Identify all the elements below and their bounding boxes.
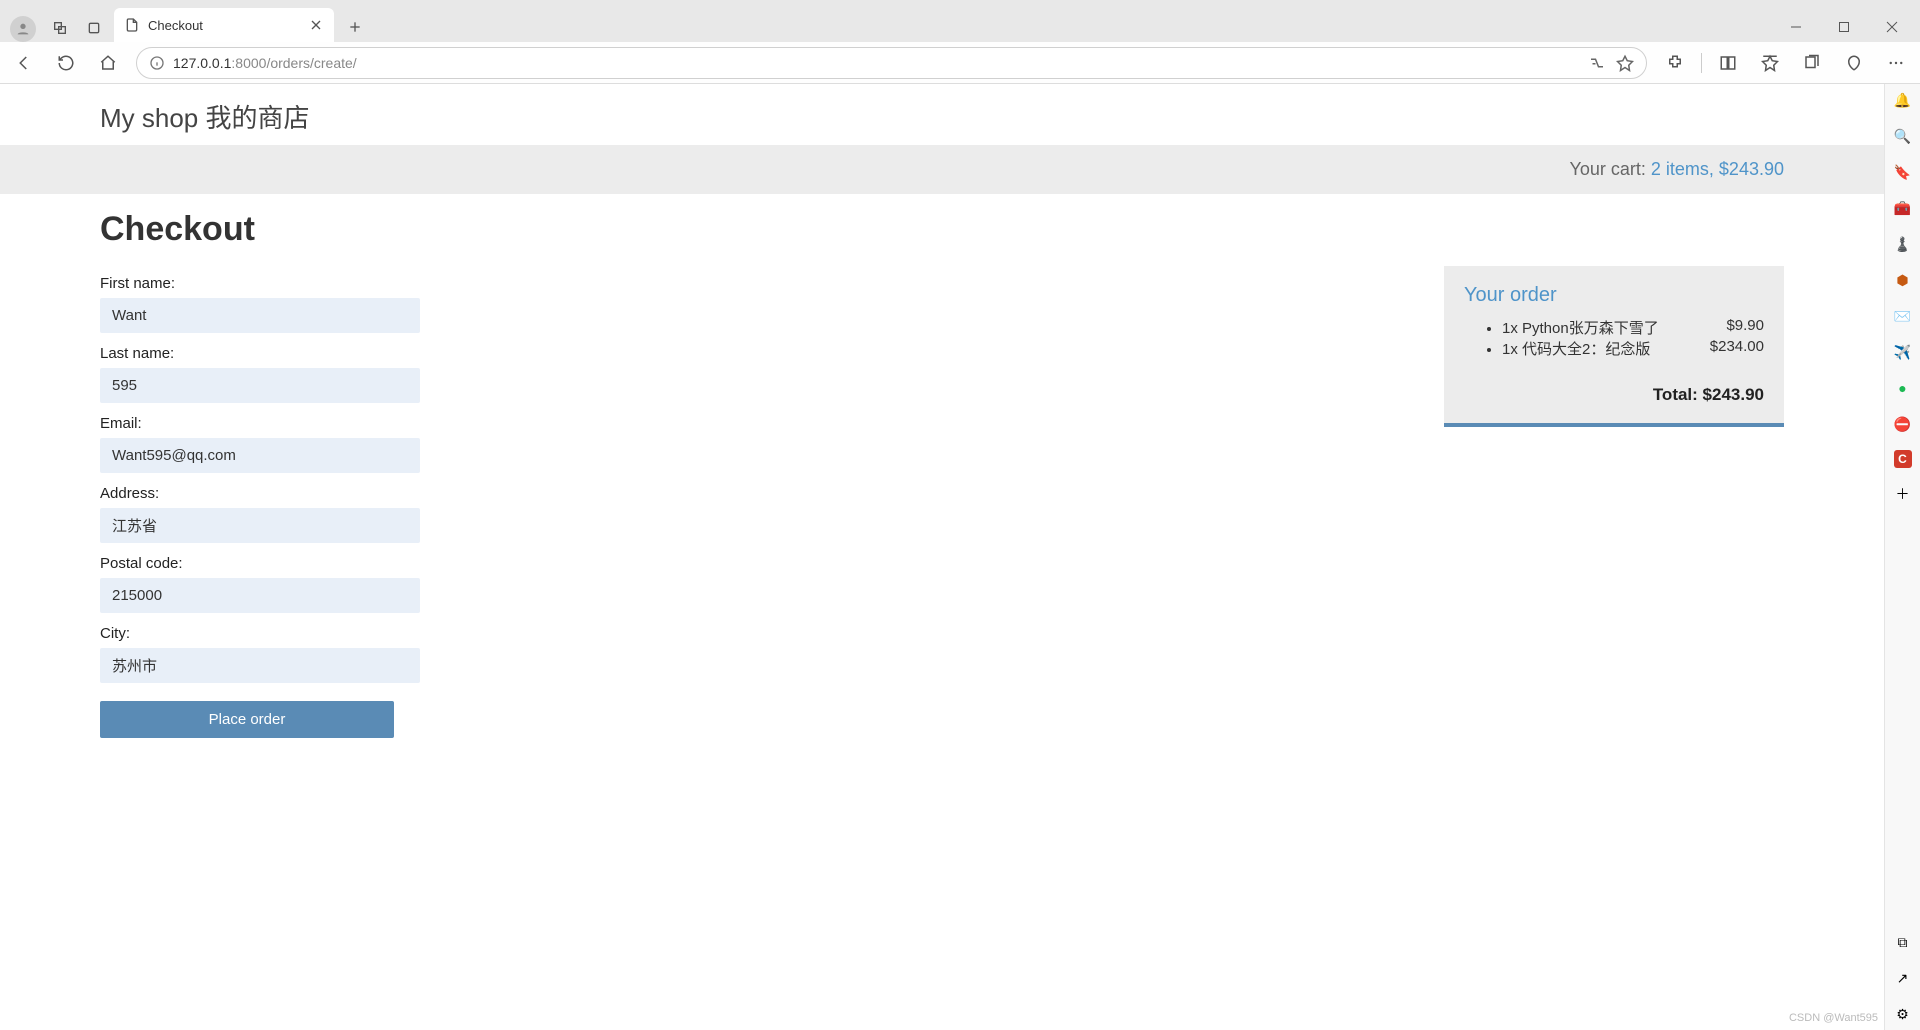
sidebar-notifications-icon[interactable]: 🔔 (1893, 90, 1913, 110)
workspaces-icon[interactable] (46, 14, 74, 42)
window-maximize-button[interactable] (1822, 12, 1866, 42)
sidebar-spotify-icon[interactable]: ● (1893, 378, 1913, 398)
sidebar-add-icon[interactable]: ＋ (1893, 484, 1913, 504)
browser-toolbar: 127.0.0.1:8000/orders/create/ (0, 42, 1920, 84)
read-aloud-icon[interactable] (1588, 54, 1606, 72)
favorites-icon[interactable] (1752, 47, 1788, 79)
order-item: 1x Python张万森下雪了$9.90 (1502, 317, 1764, 338)
order-summary-box: Your order 1x Python张万森下雪了$9.90 1x 代码大全2… (1444, 266, 1784, 427)
sidebar-app-c-icon[interactable]: C (1894, 450, 1912, 468)
page-heading: Checkout (100, 210, 740, 249)
edge-sidebar: 🔔 🔍 🔖 🧰 ♟️ ⬢ ✉️ ✈️ ● ⛔ C ＋ ⧉ ↗ ⚙ (1884, 84, 1920, 1030)
cart-summary-strip: Your cart: 2 items, $243.90 (0, 145, 1884, 194)
place-order-button[interactable]: Place order (100, 701, 394, 738)
back-button[interactable] (6, 47, 42, 79)
split-screen-icon[interactable] (1710, 47, 1746, 79)
address-bar-actions (1588, 54, 1634, 72)
order-total: Total: $243.90 (1464, 385, 1764, 405)
extensions-icon[interactable] (1657, 47, 1693, 79)
sidebar-screenshot-icon[interactable]: ⧉ (1893, 932, 1913, 952)
sidebar-settings-icon[interactable]: ⚙ (1893, 1004, 1913, 1024)
first-name-label: First name: (100, 275, 740, 292)
tab-title: Checkout (148, 18, 300, 33)
more-menu-icon[interactable] (1878, 47, 1914, 79)
city-input[interactable] (100, 648, 420, 683)
toolbar-separator (1701, 53, 1702, 73)
city-label: City: (100, 625, 740, 642)
last-name-input[interactable] (100, 368, 420, 403)
postal-code-label: Postal code: (100, 555, 740, 572)
browser-essentials-icon[interactable] (1836, 47, 1872, 79)
address-bar[interactable]: 127.0.0.1:8000/orders/create/ (136, 47, 1647, 79)
order-heading: Your order (1464, 284, 1764, 307)
tab-actions-icon[interactable] (80, 14, 108, 42)
sidebar-tools-icon[interactable]: 🧰 (1893, 198, 1913, 218)
tab-strip: Checkout (0, 0, 1920, 42)
sidebar-block-icon[interactable]: ⛔ (1893, 414, 1913, 434)
home-button[interactable] (90, 47, 126, 79)
sidebar-send-icon[interactable]: ✈️ (1893, 342, 1913, 362)
watermark: CSDN @Want595 (1789, 1012, 1878, 1024)
site-info-icon[interactable] (149, 55, 165, 71)
favorite-star-icon[interactable] (1616, 54, 1634, 72)
address-input[interactable] (100, 508, 420, 543)
sidebar-games-icon[interactable]: ♟️ (1893, 234, 1913, 254)
browser-chrome: Checkout 127.0.0.1:8000/orders/create/ (0, 0, 1920, 84)
profile-avatar-icon[interactable] (10, 16, 36, 42)
sidebar-search-icon[interactable]: 🔍 (1893, 126, 1913, 146)
page-viewport: My shop 我的商店 Your cart: 2 items, $243.90… (0, 84, 1884, 1030)
cart-label: Your cart: (1570, 159, 1651, 179)
sidebar-outlook-icon[interactable]: ✉️ (1893, 306, 1913, 326)
sidebar-microsoft365-icon[interactable]: ⬢ (1893, 270, 1913, 290)
refresh-button[interactable] (48, 47, 84, 79)
tab-close-icon[interactable] (308, 17, 324, 33)
last-name-label: Last name: (100, 345, 740, 362)
order-items-list: 1x Python张万森下雪了$9.90 1x 代码大全2：纪念版$234.00 (1464, 317, 1764, 359)
address-label: Address: (100, 485, 740, 502)
first-name-input[interactable] (100, 298, 420, 333)
sidebar-open-icon[interactable]: ↗ (1893, 968, 1913, 988)
window-minimize-button[interactable] (1774, 12, 1818, 42)
browser-tab[interactable]: Checkout (114, 8, 334, 42)
email-input[interactable] (100, 438, 420, 473)
email-label: Email: (100, 415, 740, 432)
shop-title: My shop 我的商店 (0, 84, 1884, 145)
url-text: 127.0.0.1:8000/orders/create/ (173, 55, 357, 71)
postal-code-input[interactable] (100, 578, 420, 613)
page-favicon-icon (124, 17, 140, 33)
collections-icon[interactable] (1794, 47, 1830, 79)
new-tab-button[interactable] (340, 12, 370, 42)
cart-link[interactable]: 2 items, $243.90 (1651, 159, 1784, 179)
order-item: 1x 代码大全2：纪念版$234.00 (1502, 338, 1764, 359)
sidebar-shopping-icon[interactable]: 🔖 (1893, 162, 1913, 182)
window-close-button[interactable] (1870, 12, 1914, 42)
window-controls (1774, 12, 1914, 42)
